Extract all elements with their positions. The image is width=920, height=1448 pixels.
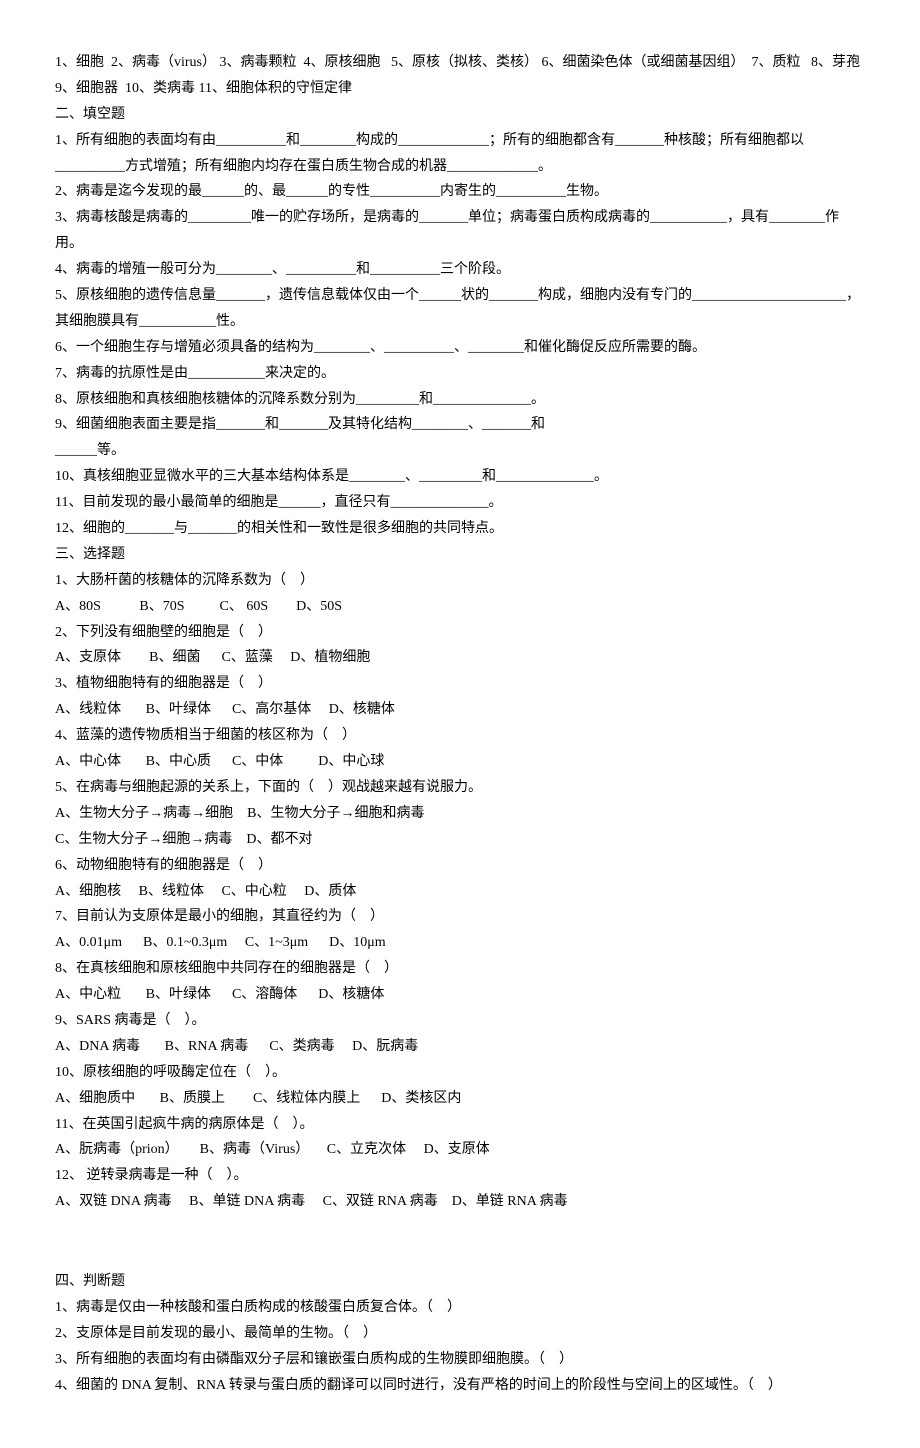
text-line-13: 11、目前发现的最小最简单的细胞是______，直径只有____________… — [55, 490, 865, 516]
text-line-46: 4、细菌的 DNA 复制、RNA 转录与蛋白质的翻译可以同时进行，没有严格的时间… — [55, 1373, 865, 1399]
text-line-41 — [55, 1229, 865, 1255]
text-line-26: C、生物大分子→细胞→病毒 D、都不对 — [55, 827, 865, 853]
text-line-42: 四、判断题 — [55, 1269, 865, 1295]
text-line-28: A、细胞核 B、线粒体 C、中心粒 D、质体 — [55, 879, 865, 905]
text-line-5: 4、病毒的增殖一般可分为________、__________和________… — [55, 257, 865, 283]
text-line-6: 5、原核细胞的遗传信息量_______，遗传信息载体仅由一个______状的__… — [55, 283, 865, 335]
text-line-30: A、0.01μm B、0.1~0.3μm C、1~3μm D、10μm — [55, 930, 865, 956]
text-line-34: A、DNA 病毒 B、RNA 病毒 C、类病毒 D、朊病毒 — [55, 1034, 865, 1060]
text-line-11: ______等。 — [55, 438, 865, 464]
text-line-44: 2、支原体是目前发现的最小、最简单的生物。（ ） — [55, 1321, 865, 1347]
text-line-24: 5、在病毒与细胞起源的关系上，下面的（ ）观战越来越有说服力。 — [55, 775, 865, 801]
text-line-31: 8、在真核细胞和原核细胞中共同存在的细胞器是（ ） — [55, 956, 865, 982]
text-line-19: A、支原体 B、细菌 C、蓝藻 D、植物细胞 — [55, 645, 865, 671]
text-line-4: 3、病毒核酸是病毒的_________唯一的贮存场所，是病毒的_______单位… — [55, 205, 865, 257]
text-line-43: 1、病毒是仅由一种核酸和蛋白质构成的核酸蛋白质复合体。（ ） — [55, 1295, 865, 1321]
text-line-32: A、中心粒 B、叶绿体 C、溶酶体 D、核糖体 — [55, 982, 865, 1008]
text-line-14: 12、细胞的_______与_______的相关性和一致性是很多细胞的共同特点。 — [55, 516, 865, 542]
text-line-27: 6、动物细胞特有的细胞器是（ ） — [55, 853, 865, 879]
text-line-7: 6、一个细胞生存与增殖必须具备的结构为________、__________、_… — [55, 335, 865, 361]
text-line-12: 10、真核细胞亚显微水平的三大基本结构体系是________、_________… — [55, 464, 865, 490]
text-line-21: A、线粒体 B、叶绿体 C、高尔基体 D、核糖体 — [55, 697, 865, 723]
text-line-10: 9、细菌细胞表面主要是指_______和_______及其特化结构_______… — [55, 412, 865, 438]
text-line-16: 1、大肠杆菌的核糖体的沉降系数为（ ） — [55, 568, 865, 594]
text-line-0: 1、细胞 2、病毒（virus） 3、病毒颗粒 4、原核细胞 5、原核（拟核、类… — [55, 50, 865, 102]
text-line-15: 三、选择题 — [55, 542, 865, 568]
text-line-17: A、80S B、70S C、 60S D、50S — [55, 594, 865, 620]
text-line-22: 4、蓝藻的遗传物质相当于细菌的核区称为（ ） — [55, 723, 865, 749]
text-line-37: 11、在英国引起疯牛病的病原体是（ ）。 — [55, 1112, 865, 1138]
text-line-20: 3、植物细胞特有的细胞器是（ ） — [55, 671, 865, 697]
text-line-38: A、朊病毒（prion） B、病毒（Virus） C、立克次体 D、支原体 — [55, 1137, 865, 1163]
text-line-29: 7、目前认为支原体是最小的细胞，其直径约为（ ） — [55, 904, 865, 930]
text-line-45: 3、所有细胞的表面均有由磷酯双分子层和镶嵌蛋白质构成的生物膜即细胞膜。（ ） — [55, 1347, 865, 1373]
text-line-36: A、细胞质中 B、质膜上 C、线粒体内膜上 D、类核区内 — [55, 1086, 865, 1112]
text-line-8: 7、病毒的抗原性是由___________来决定的。 — [55, 361, 865, 387]
text-line-9: 8、原核细胞和真核细胞核糖体的沉降系数分别为_________和________… — [55, 387, 865, 413]
text-line-25: A、生物大分子→病毒→细胞 B、生物大分子→细胞和病毒 — [55, 801, 865, 827]
text-line-39: 12、 逆转录病毒是一种（ ）。 — [55, 1163, 865, 1189]
text-line-33: 9、SARS 病毒是（ ）。 — [55, 1008, 865, 1034]
text-line-23: A、中心体 B、中心质 C、中体 D、中心球 — [55, 749, 865, 775]
text-line-35: 10、原核细胞的呼吸酶定位在（ ）。 — [55, 1060, 865, 1086]
text-line-2: 1、所有细胞的表面均有由__________和________构成的______… — [55, 128, 865, 180]
text-line-1: 二、填空题 — [55, 102, 865, 128]
text-line-40: A、双链 DNA 病毒 B、单链 DNA 病毒 C、双链 RNA 病毒 D、单链… — [55, 1189, 865, 1215]
text-line-18: 2、下列没有细胞壁的细胞是（ ） — [55, 620, 865, 646]
text-line-3: 2、病毒是迄今发现的最______的、最______的专性__________内… — [55, 179, 865, 205]
